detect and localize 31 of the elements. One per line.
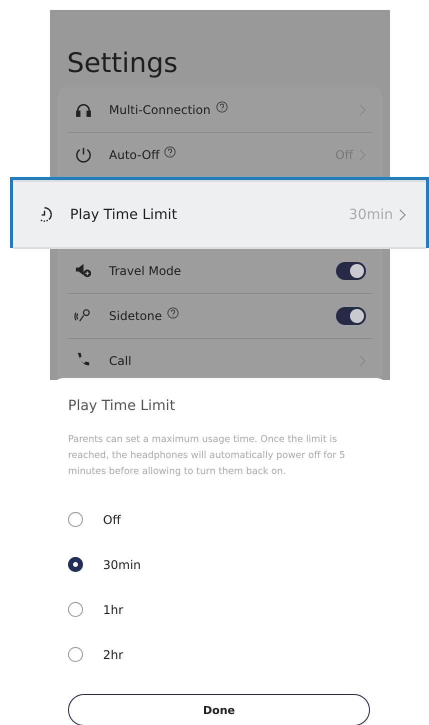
setting-label: Sidetone (109, 308, 162, 322)
setting-label: Call (109, 354, 132, 368)
help-icon[interactable] (216, 100, 228, 112)
option-label[interactable]: Off (103, 512, 121, 526)
setting-label: Auto-Off (109, 148, 160, 162)
setting-row[interactable]: Sidetone (58, 293, 382, 338)
chevron-right-icon (399, 208, 406, 220)
radio-button[interactable] (68, 557, 83, 572)
setting-label: Travel Mode (109, 264, 182, 278)
toggle-switch[interactable] (336, 262, 366, 280)
sheet-title: Play Time Limit (68, 398, 176, 414)
setting-value: 30min (348, 206, 393, 222)
help-icon[interactable] (164, 146, 176, 158)
radio-button[interactable] (68, 647, 83, 662)
setting-label: Multi-Connection (109, 102, 211, 116)
radio-button[interactable] (68, 512, 83, 527)
toggle-switch[interactable] (336, 306, 366, 324)
option-label[interactable]: 1hr (103, 602, 124, 616)
sheet-description: Parents can set a maximum usage time. Once the limit is reached, the headphones will automatically power off for 5 minutes before allowing to turn them back on. (68, 433, 346, 479)
page-title: Settings (67, 48, 179, 79)
speaker-icon (74, 261, 93, 280)
setting-label: Play Time Limit (70, 206, 178, 222)
help-icon[interactable] (167, 306, 179, 318)
radio-button[interactable] (68, 602, 83, 617)
setting-row[interactable]: Multi-Connection (58, 87, 382, 132)
option-label[interactable]: 30min (103, 558, 141, 572)
setting-row[interactable]: Travel Mode (58, 248, 382, 293)
power-icon (74, 145, 93, 164)
option-label[interactable]: 2hr (103, 648, 124, 662)
highlighted-setting-row[interactable]: Play Time Limit 30min (10, 177, 429, 248)
done-button[interactable]: Done (68, 694, 370, 725)
